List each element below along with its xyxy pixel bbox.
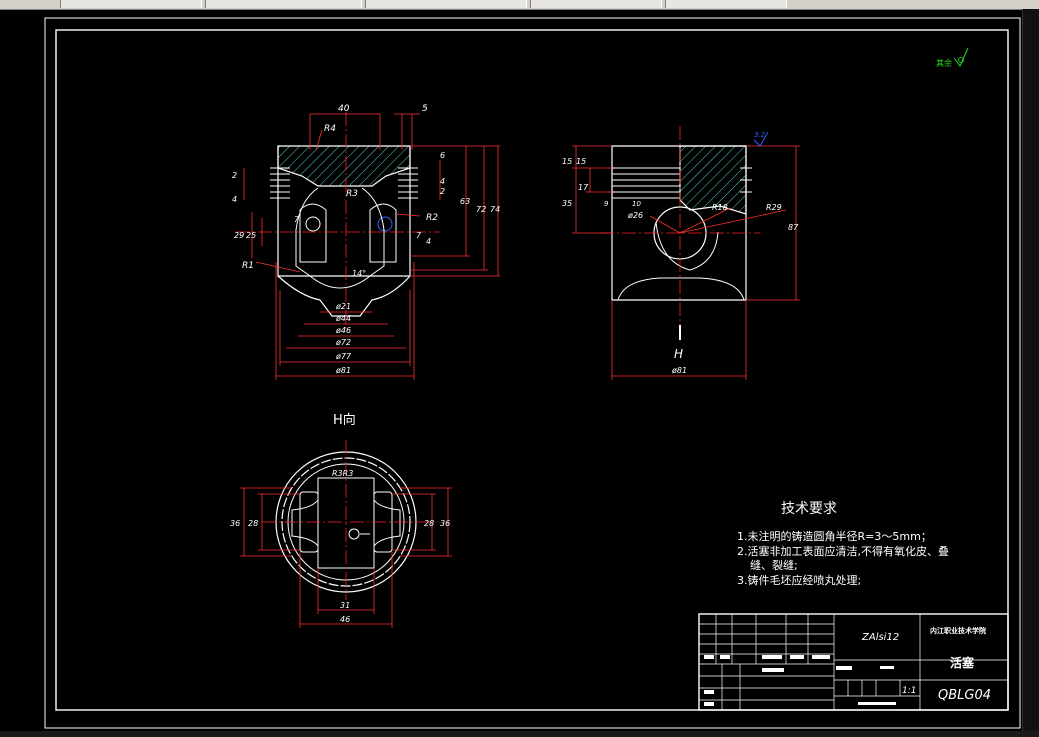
dim-r4: R4 [324, 124, 336, 134]
bottom-dim-36-right: 36 [440, 519, 450, 528]
status-strip [0, 731, 1039, 737]
tech-req-item-2: 2.活塞非加工表面应清洁,不得有氧化皮、叠 [737, 544, 949, 558]
side-view: 15 15 17 35 9 10 ø26 R18 R29 87 ø81 3.2 … [562, 126, 800, 380]
side-dim-17: 17 [578, 183, 589, 192]
dim-d72: ø72 [335, 338, 351, 347]
side-dim-15a: 15 [562, 157, 572, 166]
dim-d77: ø77 [335, 352, 352, 361]
side-dim-r29: R29 [766, 203, 782, 212]
side-dim-d26: ø26 [627, 211, 643, 220]
title-block: ZAlsi12 内江职业技术学院 活塞 1:1 QBLG04 [698, 613, 1009, 711]
side-dim-35: 35 [562, 199, 572, 208]
dim-d81: ø81 [335, 366, 351, 375]
part-name: 活塞 [950, 655, 975, 670]
dim-d21: ø21 [335, 302, 351, 311]
toolbar-segment[interactable] [365, 0, 527, 8]
drawing-number: QBLG04 [938, 688, 991, 703]
material-text: ZAlsi12 [861, 632, 899, 643]
tech-req-item-3: 3.铸件毛坯应经喷丸处理; [737, 573, 861, 587]
vertical-scrollbar[interactable] [1022, 9, 1039, 737]
dim-29: 29 [234, 231, 244, 240]
dim-2: 2 [232, 171, 237, 180]
roughness-check-icon [953, 47, 969, 67]
dim-4b: 4 [426, 237, 431, 246]
dim-r3: R3 [346, 189, 358, 199]
dim-6: 6 [440, 151, 445, 160]
toolbar-segment[interactable] [665, 0, 787, 8]
side-dim-87: 87 [788, 223, 799, 232]
bottom-dim-28-right: 28 [424, 519, 434, 528]
bottom-dim-36-left: 36 [230, 519, 240, 528]
roughness-note-text: 其余 [936, 58, 952, 68]
roughness-3-2: 3.2 [754, 131, 766, 139]
bottom-view-title: H向 [333, 412, 356, 428]
dim-25: 25 [246, 231, 256, 240]
dim-40: 40 [338, 104, 350, 114]
inner-frame [55, 29, 1009, 711]
bottom-dim-28-left: 28 [248, 519, 258, 528]
outer-frame [44, 17, 1021, 729]
dim-angle-14: 14° [352, 269, 366, 278]
dim-5: 5 [422, 104, 428, 114]
side-dim-10: 10 [632, 200, 641, 208]
dim-74: 74 [490, 205, 500, 214]
side-dim-r18: R18 [712, 203, 728, 212]
tech-req-item-2-cont: 缝、裂缝; [750, 558, 798, 572]
side-dim-15b: 15 [576, 157, 586, 166]
bottom-dim-r3: R3R3 [332, 469, 353, 478]
dim-4: 4 [232, 195, 237, 204]
dim-r2: R2 [426, 213, 438, 223]
toolbar-segment[interactable] [60, 0, 202, 8]
bottom-view: H向 R3R3 36 28 28 36 31 46 [230, 412, 452, 628]
dim-2-right: 2 [440, 187, 445, 196]
school-name: 内江职业技术学院 [930, 626, 986, 635]
dim-d46: ø46 [335, 326, 351, 335]
toolbar-segment[interactable] [530, 0, 662, 8]
dim-d44: ø44 [335, 314, 351, 323]
tech-req-item-1: 1.未注明的铸造圆角半径R=3～5mm； [737, 529, 932, 543]
technical-requirements: 技术要求 1.未注明的铸造圆角半径R=3～5mm； 2.活塞非加工表面应清洁,不… [737, 501, 949, 587]
side-dim-9: 9 [604, 200, 609, 208]
crown-hatch [277, 145, 411, 187]
cad-drawing-canvas[interactable]: 其余 40 5 R4 R3 R2 R1 2 4 29 25 7 7 4 6 4 … [0, 9, 1022, 731]
bottom-dim-46: 46 [340, 615, 350, 624]
tech-req-title: 技术要求 [781, 501, 837, 517]
dim-r1: R1 [242, 261, 254, 271]
toolbar-segment[interactable] [205, 0, 362, 8]
side-dim-d81: ø81 [671, 366, 687, 375]
dim-4-right: 4 [440, 177, 445, 186]
bottom-dim-31: 31 [340, 601, 350, 610]
view-marker-h: H [674, 347, 683, 361]
section-view: 40 5 R4 R3 R2 R1 2 4 29 25 7 7 4 6 4 2 6… [232, 104, 500, 380]
roughness-note: 其余 [936, 47, 969, 68]
scale-text: 1:1 [902, 686, 916, 696]
dim-63: 63 [460, 197, 470, 206]
dim-72: 72 [476, 205, 486, 214]
